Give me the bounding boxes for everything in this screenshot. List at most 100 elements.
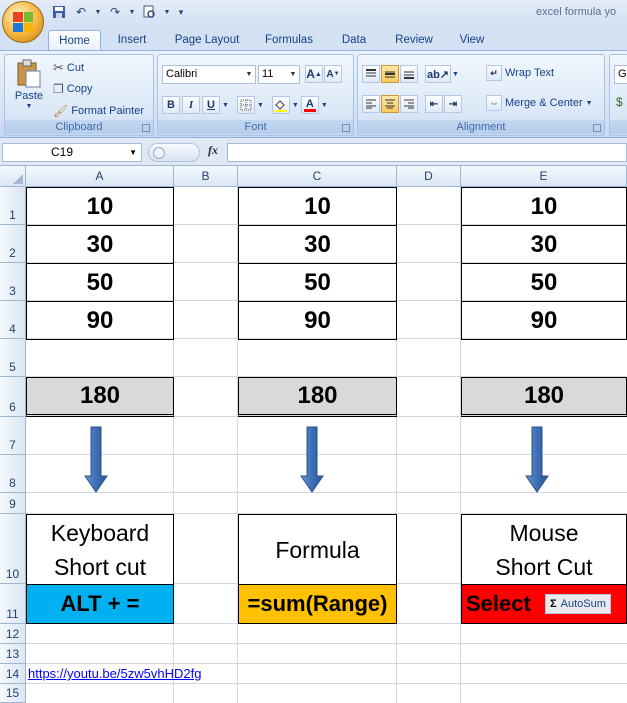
qat-customize-icon[interactable]: ▼ <box>162 4 172 20</box>
cell-c6-total[interactable]: 180 <box>238 377 397 417</box>
shrink-font-button[interactable]: A ▼ <box>324 65 342 83</box>
row-header-12[interactable]: 12 <box>0 624 26 644</box>
tab-data[interactable]: Data <box>334 30 374 51</box>
number-format-select[interactable]: Ge <box>614 65 627 84</box>
cell-a1[interactable]: 10 <box>26 187 174 226</box>
cell-c3[interactable]: 50 <box>238 263 397 302</box>
font-name-select[interactable]: Calibri ▼ <box>162 65 256 84</box>
cell-e4[interactable]: 90 <box>461 301 627 340</box>
italic-button[interactable]: I <box>182 96 200 114</box>
row-header-4[interactable]: 4 <box>0 301 26 339</box>
row-header-3[interactable]: 3 <box>0 263 26 301</box>
column-header-d[interactable]: D <box>397 166 461 187</box>
borders-button[interactable] <box>236 96 255 114</box>
tab-insert[interactable]: Insert <box>108 30 156 51</box>
qat-more-icon[interactable]: ▾ <box>176 4 186 20</box>
cell-e2[interactable]: 30 <box>461 225 627 264</box>
paste-button[interactable]: Paste ▼ <box>11 59 47 119</box>
grow-font-button[interactable]: A ▲ <box>305 65 323 83</box>
column-header-a[interactable]: A <box>26 166 174 187</box>
underline-dropdown-icon[interactable]: ▼ <box>222 102 229 109</box>
row-header-10[interactable]: 10 <box>0 514 26 584</box>
name-box-dropdown-icon[interactable]: ▼ <box>129 144 137 161</box>
tab-review[interactable]: Review <box>389 30 439 51</box>
row-header-9[interactable]: 9 <box>0 493 26 514</box>
fill-color-button[interactable] <box>271 96 290 114</box>
cell-e1[interactable]: 10 <box>461 187 627 226</box>
office-button[interactable] <box>2 1 44 43</box>
insert-function-button[interactable]: fx <box>208 143 226 162</box>
clipboard-launcher-icon[interactable] <box>142 124 150 132</box>
bold-button[interactable]: B <box>162 96 180 114</box>
align-left-button[interactable] <box>362 95 380 113</box>
accounting-format-button[interactable]: $ <box>616 95 623 109</box>
redo-dropdown-icon[interactable]: ▼ <box>128 4 136 20</box>
align-bottom-button[interactable] <box>400 65 418 83</box>
cell-e10-mouse-label[interactable]: Mouse Short Cut <box>461 514 627 585</box>
font-color-dropdown-icon[interactable]: ▼ <box>321 102 328 109</box>
alignment-launcher-icon[interactable] <box>593 124 601 132</box>
tab-page-layout[interactable]: Page Layout <box>168 30 246 51</box>
borders-dropdown-icon[interactable]: ▼ <box>257 102 264 109</box>
increase-indent-button[interactable]: ⇥ <box>444 95 462 113</box>
cell-c11-formula-method[interactable]: =sum(Range) <box>238 584 397 624</box>
merge-center-button[interactable]: ⇔ Merge & Center ▼ <box>486 95 593 111</box>
align-middle-button[interactable] <box>381 65 399 83</box>
row-header-14[interactable]: 14 <box>0 664 26 684</box>
align-center-button[interactable] <box>381 95 399 113</box>
worksheet-grid[interactable]: A B C D E 1 2 3 4 5 6 7 8 9 10 11 12 13 … <box>0 166 627 703</box>
row-header-6[interactable]: 6 <box>0 377 26 417</box>
font-launcher-icon[interactable] <box>342 124 350 132</box>
row-header-11[interactable]: 11 <box>0 584 26 624</box>
wrap-text-button[interactable]: ↵ Wrap Text <box>486 65 554 81</box>
column-header-b[interactable]: B <box>174 166 238 187</box>
save-icon[interactable] <box>50 4 68 20</box>
cell-a10-keyboard-label[interactable]: Keyboard Short cut <box>26 514 174 585</box>
cell-a2[interactable]: 30 <box>26 225 174 264</box>
formula-bar-splitter[interactable] <box>148 143 200 162</box>
print-preview-icon[interactable] <box>140 4 158 20</box>
font-size-select[interactable]: 11 ▼ <box>258 65 300 84</box>
align-top-button[interactable] <box>362 65 380 83</box>
cell-c10-formula-label[interactable]: Formula <box>238 514 397 585</box>
row-header-2[interactable]: 2 <box>0 225 26 263</box>
redo-icon[interactable]: ↷ <box>106 4 124 20</box>
format-painter-button[interactable]: 🖌 Format Painter <box>53 104 144 118</box>
underline-button[interactable]: U <box>202 96 220 114</box>
formula-input[interactable] <box>227 143 627 162</box>
copy-button[interactable]: ❐ Copy <box>53 82 92 96</box>
orientation-dropdown-icon[interactable]: ▼ <box>452 71 459 78</box>
cell-c4[interactable]: 90 <box>238 301 397 340</box>
cell-a6-total[interactable]: 180 <box>26 377 174 417</box>
autosum-button[interactable]: Σ AutoSum <box>545 594 611 614</box>
cut-button[interactable]: ✂ Cut <box>53 60 84 76</box>
cell-a4[interactable]: 90 <box>26 301 174 340</box>
row-header-5[interactable]: 5 <box>0 339 26 377</box>
row-header-1[interactable]: 1 <box>0 187 26 225</box>
align-right-button[interactable] <box>400 95 418 113</box>
youtube-link[interactable]: https://youtu.be/5zw5vhHD2fg <box>28 666 201 681</box>
column-header-c[interactable]: C <box>238 166 397 187</box>
name-box[interactable]: C19 ▼ <box>2 143 142 162</box>
tab-view[interactable]: View <box>452 30 492 51</box>
row-header-7[interactable]: 7 <box>0 417 26 455</box>
cell-c2[interactable]: 30 <box>238 225 397 264</box>
row-header-13[interactable]: 13 <box>0 644 26 664</box>
select-all-corner[interactable] <box>0 166 26 187</box>
tab-formulas[interactable]: Formulas <box>258 30 320 51</box>
cell-e6-total[interactable]: 180 <box>461 377 627 417</box>
undo-dropdown-icon[interactable]: ▼ <box>94 4 102 20</box>
cell-e3[interactable]: 50 <box>461 263 627 302</box>
tab-home[interactable]: Home <box>48 30 101 51</box>
cell-c1[interactable]: 10 <box>238 187 397 226</box>
fill-color-dropdown-icon[interactable]: ▼ <box>292 102 299 109</box>
font-color-button[interactable]: A <box>300 96 319 114</box>
row-header-8[interactable]: 8 <box>0 455 26 493</box>
cell-a11-keyboard-method[interactable]: ALT + = <box>26 584 174 624</box>
cell-a3[interactable]: 50 <box>26 263 174 302</box>
undo-icon[interactable]: ↶ <box>72 4 90 20</box>
orientation-button[interactable]: ab↗ <box>425 65 451 83</box>
column-header-e[interactable]: E <box>461 166 627 187</box>
decrease-indent-button[interactable]: ⇤ <box>425 95 443 113</box>
row-header-15[interactable]: 15 <box>0 684 26 703</box>
